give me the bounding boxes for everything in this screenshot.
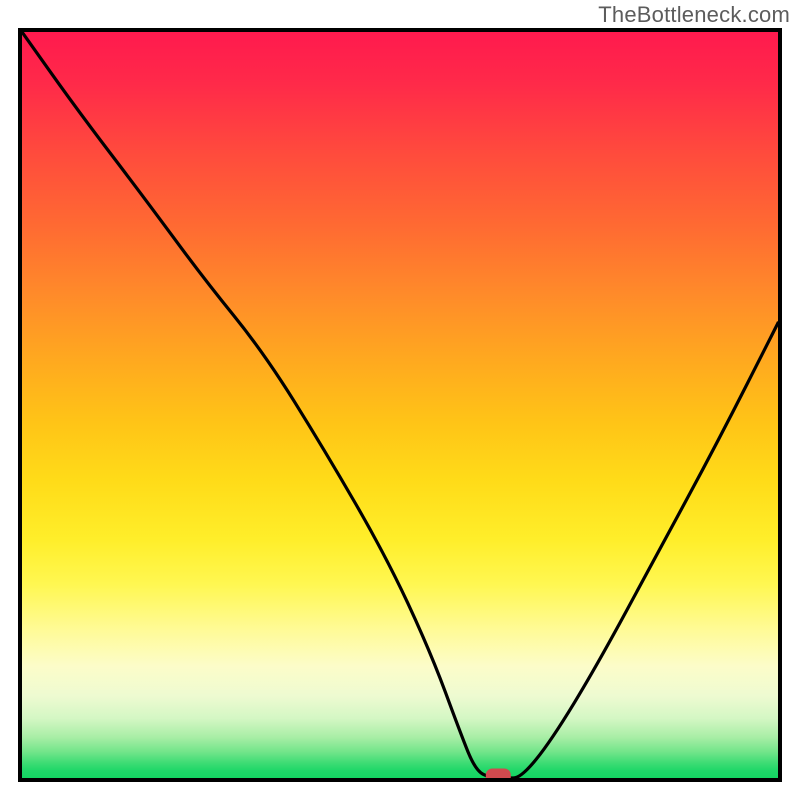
plot-area [18, 28, 782, 782]
chart-frame: TheBottleneck.com [0, 0, 800, 800]
optimal-marker [486, 769, 510, 778]
watermark-text: TheBottleneck.com [598, 2, 790, 28]
bottleneck-curve [22, 32, 778, 778]
curve-layer [22, 32, 778, 778]
